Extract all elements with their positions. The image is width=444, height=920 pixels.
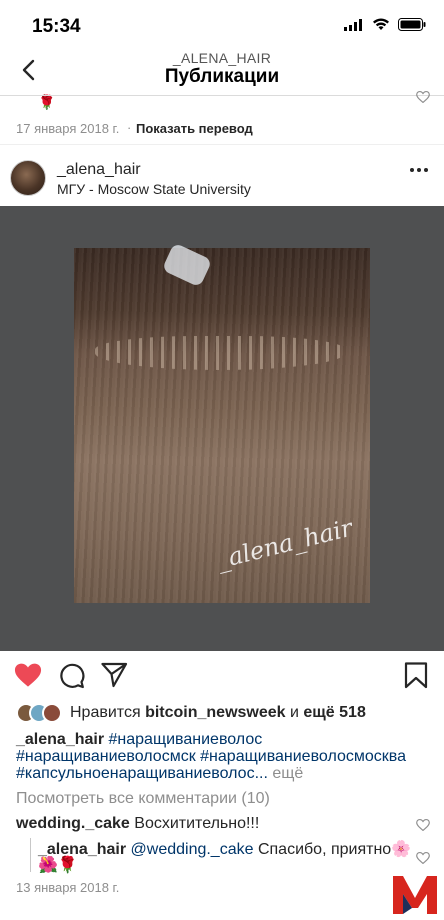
paper-plane-icon	[101, 662, 128, 688]
comment: wedding._cake Восхитительно!!!	[16, 815, 259, 833]
post-username[interactable]: _alena_hair	[57, 161, 141, 179]
battery-icon	[398, 18, 426, 31]
more-options-button[interactable]	[410, 168, 428, 172]
post-location[interactable]: МГУ - Moscow State University	[57, 181, 251, 197]
comment-bubble-icon	[60, 663, 85, 689]
likes-count[interactable]: ещё 518	[303, 704, 365, 721]
hashtag[interactable]: #наращиваниеволосмск	[16, 748, 196, 765]
previous-comment-emoji: 🌹	[38, 94, 56, 110]
likes-summary[interactable]: Нравится bitcoin_newsweek и ещё 518	[70, 704, 366, 722]
post-divider	[0, 144, 444, 145]
save-button[interactable]	[404, 662, 432, 690]
previous-post-date: 17 января 2018 г.	[16, 121, 120, 136]
view-all-comments-link[interactable]: Посмотреть все комментарии (10)	[16, 790, 270, 808]
comment-like-icon[interactable]	[416, 851, 430, 869]
profile-username: _ALENA_HAIR	[172, 50, 272, 66]
see-translation-link[interactable]: Показать перевод	[136, 121, 253, 136]
post-date: 13 января 2018 г.	[16, 880, 120, 895]
bookmark-icon	[404, 662, 428, 689]
comment-mention[interactable]: @wedding._cake	[131, 841, 254, 858]
caption-line: #наращиваниеволосмск #наращиваниеволосмо…	[16, 748, 406, 766]
comment-username[interactable]: wedding._cake	[16, 815, 130, 832]
reply-thread-line	[30, 838, 31, 872]
comment-text: Восхитительно!!!	[134, 815, 260, 832]
caption-author[interactable]: _alena_hair	[16, 731, 104, 748]
likes-conjunction: и	[290, 704, 299, 721]
liker-avatars[interactable]	[16, 703, 62, 723]
caption-line: _alena_hair #наращиваниеволос	[16, 731, 262, 749]
liker-username[interactable]: bitcoin_newsweek	[145, 704, 286, 721]
caption-more-link[interactable]: ещё	[272, 765, 303, 782]
share-button[interactable]	[101, 662, 129, 690]
comment-like-icon[interactable]	[416, 818, 430, 836]
avatar	[42, 703, 62, 723]
header-divider	[0, 95, 444, 96]
heart-filled-icon	[14, 663, 42, 687]
hashtag[interactable]: #капсульноенаращиваниеволос...	[16, 765, 268, 782]
likes-prefix: Нравится	[70, 704, 141, 721]
signal-icon	[344, 18, 362, 31]
comment-reply: _alena_hair @wedding._cake Спасибо, прия…	[38, 839, 411, 859]
comment-emoji: 🌺🌹	[38, 857, 78, 874]
status-icons	[344, 18, 426, 31]
comment-text: Спасибо, приятно🌸	[257, 841, 412, 858]
hashtag[interactable]: #наращиваниеволосмосква	[200, 748, 406, 765]
hair-extension-bonds	[95, 336, 345, 370]
avatar[interactable]	[10, 160, 46, 196]
m-logo-icon	[391, 872, 439, 916]
caption-line: #капсульноенаращиваниеволос... ещё	[16, 765, 303, 783]
status-time: 15:34	[32, 16, 81, 37]
comment-button[interactable]	[58, 662, 86, 690]
like-button[interactable]	[14, 662, 42, 690]
hashtag[interactable]: #наращиваниеволос	[109, 731, 263, 748]
wifi-icon	[373, 18, 389, 30]
dot-separator: ·	[127, 120, 132, 135]
previous-comment-like-icon[interactable]	[416, 90, 430, 108]
page-title: Публикации	[164, 66, 280, 87]
